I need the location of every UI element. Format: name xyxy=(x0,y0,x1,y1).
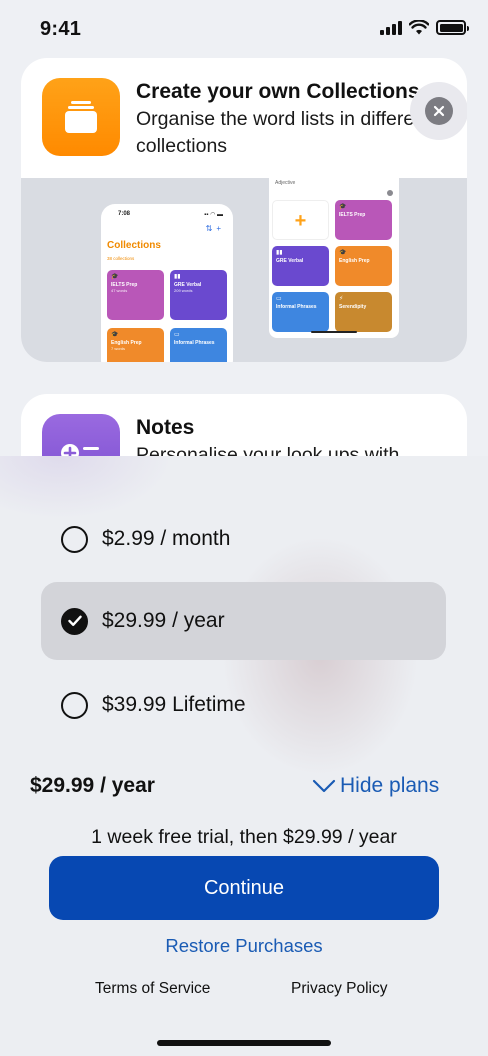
features-scroll[interactable]: Create your own Collections Organise the… xyxy=(0,58,488,458)
status-time: 9:41 xyxy=(40,18,82,40)
checkmark-icon xyxy=(67,615,82,626)
continue-button[interactable]: Continue xyxy=(49,856,439,920)
preview-collection-picker: Adjective + 🎓 IELTS Prep ▮▮ GRE Verbal 🎓 En… xyxy=(269,178,399,338)
collections-preview: 7:08 ▪▪ ◠ ▬ ⇅+ Collections 38 collection… xyxy=(21,178,467,362)
selected-plan-price: $29.99 / year xyxy=(30,774,155,797)
preview-home-indicator xyxy=(311,331,357,333)
restore-purchases-link[interactable]: Restore Purchases xyxy=(0,935,488,957)
status-icons xyxy=(380,20,469,35)
preview-title: Collections xyxy=(107,240,161,251)
trial-text: 1 week free trial, then $29.99 / year xyxy=(91,826,397,848)
plan-label: $29.99 / year xyxy=(102,609,225,632)
purchase-sheet: $2.99 / month $29.99 / year $39.99 Lifet… xyxy=(0,456,488,1056)
radio-checked-icon xyxy=(61,607,88,635)
radio-unchecked-icon xyxy=(61,525,88,553)
plan-label: $39.99 Lifetime xyxy=(102,693,246,716)
close-button[interactable] xyxy=(410,82,467,140)
preview-tile: 🎓 English Prep 7 words xyxy=(107,328,164,362)
chevron-down-icon xyxy=(312,779,336,793)
radio-unchecked-icon xyxy=(61,691,88,719)
preview-panel-tile: ⚡ Serendipity xyxy=(335,292,392,332)
preview-panel-tile: ▭ Informal Phrases xyxy=(272,292,329,332)
stacked-cards-icon xyxy=(65,101,97,133)
preview-subtitle: 38 collections xyxy=(107,256,135,261)
preview-panel-tile: 🎓 IELTS Prep xyxy=(335,200,392,240)
plan-option-lifetime[interactable]: $39.99 Lifetime xyxy=(41,666,446,744)
graduation-cap-icon: 🎓 xyxy=(111,332,119,338)
preview-toolbar-icons: ⇅+ xyxy=(205,224,225,233)
hide-plans-label: Hide plans xyxy=(340,774,440,797)
status-bar: 9:41 xyxy=(0,0,488,60)
preview-panel-label: Adjective xyxy=(275,180,296,186)
close-icon xyxy=(433,105,445,117)
terms-of-service-link[interactable]: Terms of Service xyxy=(95,980,210,998)
plan-label: $2.99 / month xyxy=(102,527,231,550)
feature-card-notes: Notes Personalise your look ups with xyxy=(21,394,467,458)
collections-app-icon xyxy=(42,78,120,156)
wifi-icon xyxy=(409,20,429,35)
preview-close-icon xyxy=(387,190,393,196)
preview-time: 7:08 xyxy=(118,211,131,217)
graduation-cap-icon: 🎓 xyxy=(111,274,119,280)
notes-app-icon xyxy=(42,414,120,458)
preview-panel-tile: 🎓 English Prep xyxy=(335,246,392,286)
preview-tile: 🎓 IELTS Prep 47 words xyxy=(107,270,164,320)
plan-option-yearly[interactable]: $29.99 / year xyxy=(41,582,446,660)
feature-card-collections: Create your own Collections Organise the… xyxy=(21,58,467,362)
privacy-policy-link[interactable]: Privacy Policy xyxy=(291,980,387,998)
battery-icon xyxy=(436,20,469,35)
cellular-signal-icon xyxy=(380,20,402,35)
preview-tile: ▮▮ GRE Verbal 209 words xyxy=(170,270,227,320)
preview-phone: 7:08 ▪▪ ◠ ▬ ⇅+ Collections 38 collection… xyxy=(101,204,233,362)
hide-plans-button[interactable]: Hide plans xyxy=(312,774,439,798)
home-indicator xyxy=(157,1040,331,1046)
book-icon: ▮▮ xyxy=(174,274,181,280)
preview-add-tile: + xyxy=(272,200,329,240)
notes-add-icon xyxy=(61,444,99,458)
preview-tile: ▭ Informal Phrases xyxy=(170,328,227,362)
feature-description: Organise the word lists in different col… xyxy=(136,108,431,157)
chat-bubble-icon: ▭ xyxy=(174,332,180,338)
preview-status-icons: ▪▪ ◠ ▬ xyxy=(204,212,223,218)
feature-title: Create your own Collections xyxy=(136,80,420,103)
plan-option-monthly[interactable]: $2.99 / month xyxy=(41,500,446,578)
feature-title: Notes xyxy=(136,416,195,439)
preview-panel-tile: ▮▮ GRE Verbal xyxy=(272,246,329,286)
